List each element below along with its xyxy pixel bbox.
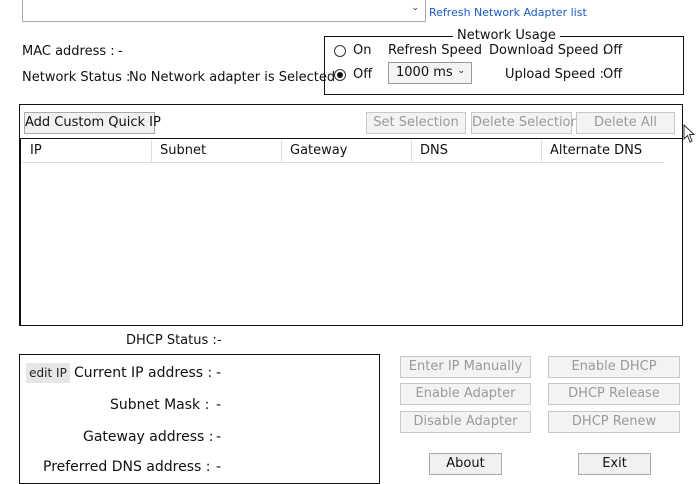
dhcp-renew-button[interactable]: DHCP Renew (548, 411, 680, 433)
ip-info-panel: edit IP Current IP address : - Subnet Ma… (19, 354, 380, 484)
chevron-down-icon: ⌄ (457, 66, 465, 76)
enable-adapter-button[interactable]: Enable Adapter (400, 383, 531, 405)
dhcp-release-button[interactable]: DHCP Release (548, 383, 680, 405)
network-usage-title: Network Usage (453, 28, 560, 44)
dhcp-status-label: DHCP Status : (126, 333, 217, 348)
network-usage-group: Network Usage On Off Refresh Speed 1000 … (324, 28, 684, 95)
quick-ip-panel: Add Custom Quick IP Set Selection Delete… (19, 104, 683, 326)
mac-address-value: - (118, 44, 123, 59)
usage-off-radio[interactable] (334, 69, 346, 81)
usage-on-radio[interactable] (334, 45, 346, 57)
disable-adapter-button[interactable]: Disable Adapter (400, 411, 531, 433)
upload-speed-value: Off (603, 67, 623, 82)
refresh-speed-select[interactable]: 1000 ms ⌄ (388, 62, 472, 84)
network-status-value: No Network adapter is Selected (129, 70, 336, 85)
set-selection-button[interactable]: Set Selection (366, 112, 466, 134)
delete-selection-button[interactable]: Delete Selection (471, 112, 579, 134)
refresh-adapters-link[interactable]: Refresh Network Adapter list (429, 5, 587, 21)
refresh-speed-label: Refresh Speed (388, 43, 482, 58)
column-header-gateway[interactable]: Gateway (282, 140, 412, 162)
upload-speed-label: Upload Speed : (505, 67, 604, 82)
exit-button[interactable]: Exit (578, 453, 651, 475)
gateway-address-value: - (216, 429, 222, 445)
dhcp-status-value: - (217, 333, 222, 348)
adapter-select[interactable]: ⌄ (22, 0, 426, 22)
subnet-mask-value: - (216, 397, 222, 413)
current-ip-value: - (216, 365, 222, 381)
current-ip-label: Current IP address : (74, 365, 213, 381)
table-header: IP Subnet Gateway DNS Alternate DNS (22, 140, 664, 163)
usage-on-label[interactable]: On (353, 43, 371, 59)
column-header-subnet[interactable]: Subnet (152, 140, 282, 162)
column-header-dns[interactable]: DNS (412, 140, 542, 162)
subnet-mask-label: Subnet Mask : (110, 397, 210, 413)
add-custom-quick-ip-button[interactable]: Add Custom Quick IP (24, 112, 161, 134)
table-scrollbar[interactable] (665, 140, 682, 324)
gateway-address-label: Gateway address : (83, 429, 214, 445)
column-header-alternate-dns[interactable]: Alternate DNS (542, 140, 667, 162)
preferred-dns-label: Preferred DNS address : (43, 459, 211, 475)
download-speed-value: Off (603, 43, 623, 58)
download-speed-label: Download Speed : (489, 43, 608, 58)
enter-ip-manually-button[interactable]: Enter IP Manually (400, 356, 531, 378)
preferred-dns-value: - (216, 459, 222, 475)
about-button[interactable]: About (429, 453, 502, 475)
network-status-label: Network Status : (22, 70, 131, 85)
mouse-pointer-icon (683, 124, 696, 143)
delete-all-button[interactable]: Delete All (576, 112, 675, 134)
chevron-down-icon: ⌄ (411, 3, 419, 13)
edit-ip-button[interactable]: edit IP (26, 363, 70, 383)
column-header-ip[interactable]: IP (22, 140, 152, 162)
mac-address-label: MAC address : (22, 44, 115, 59)
refresh-speed-value: 1000 ms (396, 65, 453, 80)
usage-off-label[interactable]: Off (353, 67, 372, 83)
quick-ip-table[interactable]: IP Subnet Gateway DNS Alternate DNS (20, 138, 683, 326)
enable-dhcp-button[interactable]: Enable DHCP (548, 356, 680, 378)
